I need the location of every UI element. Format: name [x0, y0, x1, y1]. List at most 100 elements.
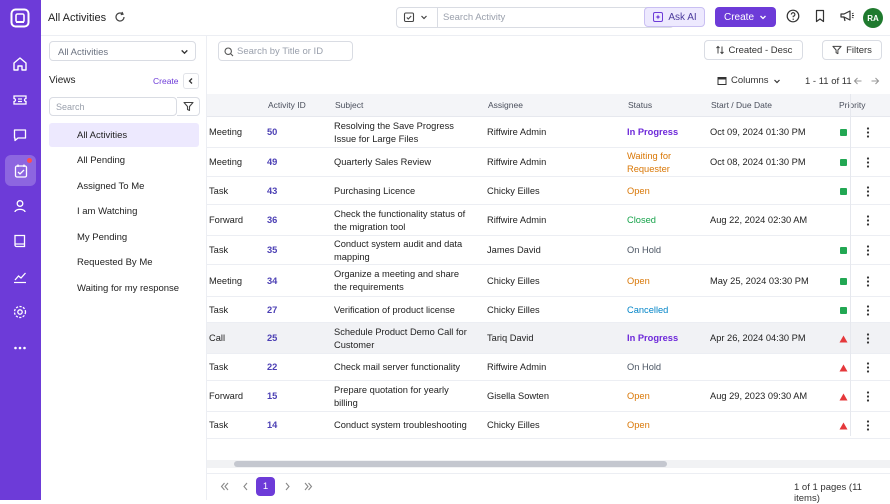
prev-page-arrow-icon[interactable] [853, 76, 863, 89]
chat-icon[interactable] [9, 124, 31, 146]
status-cell-line: On Hold [627, 245, 662, 255]
row-actions-kebab-icon[interactable] [866, 391, 870, 402]
activity-filter-select[interactable]: All Activities [49, 41, 196, 61]
status-cell-line: Waiting for [627, 151, 672, 161]
table-row[interactable]: Task 27 Verification of product license Chi… [207, 297, 890, 323]
table-row[interactable]: Meeting 34 Organize a meeting and share the… [207, 265, 890, 297]
settings-icon[interactable] [9, 301, 31, 323]
column-header-status[interactable]: Status [628, 100, 652, 110]
view-item[interactable]: Waiting for my response [49, 276, 199, 300]
activity-id-cell[interactable]: 49 [267, 156, 277, 169]
activity-id-cell[interactable]: 35 [267, 244, 277, 257]
view-item[interactable]: My Pending [49, 225, 199, 249]
row-actions-kebab-icon[interactable] [866, 186, 870, 197]
status-cell-line: Open [627, 391, 650, 401]
next-page-icon[interactable] [282, 481, 293, 495]
current-page-button[interactable]: 1 [256, 477, 275, 496]
last-page-icon[interactable] [303, 481, 314, 495]
contacts-icon[interactable] [9, 195, 31, 217]
activity-id-cell[interactable]: 36 [267, 214, 277, 227]
more-icon[interactable] [9, 337, 31, 359]
row-actions-kebab-icon[interactable] [866, 245, 870, 256]
activity-id-cell[interactable]: 25 [267, 332, 277, 345]
app-logo-icon[interactable] [9, 7, 31, 29]
status-cell: Open [627, 185, 650, 198]
help-icon[interactable] [786, 9, 800, 26]
row-actions-kebab-icon[interactable] [866, 276, 870, 287]
horizontal-scrollbar[interactable] [207, 460, 890, 468]
user-avatar[interactable]: RA [863, 8, 883, 28]
activity-search[interactable]: Search Activity [396, 7, 674, 28]
table-row[interactable]: Task 35 Conduct system audit and data mappi… [207, 236, 890, 265]
activity-id-cell[interactable]: 27 [267, 304, 277, 317]
table-row[interactable]: Forward 15 Prepare quotation for yearly bil… [207, 381, 890, 412]
view-item[interactable]: All Activities [49, 123, 199, 147]
column-header-subject[interactable]: Subject [335, 100, 363, 110]
assignee-cell: Riffwire Admin [487, 157, 547, 167]
next-page-arrow-icon[interactable] [870, 76, 880, 89]
title-id-search-input[interactable]: Search by Title or ID [218, 41, 353, 61]
row-actions-kebab-icon[interactable] [866, 420, 870, 431]
view-item[interactable]: Requested By Me [49, 250, 199, 274]
status-cell-line: In Progress [627, 127, 679, 137]
scrollbar-thumb[interactable] [234, 461, 667, 467]
priority-high-icon [839, 364, 848, 372]
ask-ai-button[interactable]: Ask AI [644, 7, 705, 27]
ticket-icon[interactable] [9, 89, 31, 111]
table-row[interactable]: Forward 36 Check the functionality status … [207, 205, 890, 236]
view-item[interactable]: I am Watching [49, 199, 199, 223]
activity-id-cell[interactable]: 50 [267, 126, 277, 139]
filters-label: Filters [846, 44, 872, 56]
assignee-cell: Chicky Eilles [487, 305, 540, 315]
views-filter-button[interactable] [177, 97, 200, 116]
home-icon[interactable] [9, 53, 31, 75]
activity-id-cell[interactable]: 22 [267, 361, 277, 374]
table-row[interactable]: Task 22 Check mail server functionality Rif… [207, 354, 890, 381]
table-row[interactable]: Call 25 Schedule Product Demo Call for Cust… [207, 323, 890, 354]
subject-cell-line: Quarterly Sales Review [334, 157, 432, 167]
activity-id-cell[interactable]: 34 [267, 275, 277, 288]
announcement-icon[interactable] [839, 9, 855, 26]
subject-cell-line: Prepare quotation for yearly [334, 385, 449, 395]
bookmark-icon[interactable] [813, 9, 827, 26]
subject-cell-line: Customer [334, 340, 375, 350]
refresh-icon[interactable] [114, 11, 126, 26]
row-actions-kebab-icon[interactable] [866, 305, 870, 316]
column-header-priority[interactable]: Priority [839, 100, 865, 110]
type-cell: Forward [209, 215, 244, 225]
priority-low-icon [840, 159, 847, 166]
collapse-panel-button[interactable] [183, 73, 199, 89]
row-actions-kebab-icon[interactable] [866, 215, 870, 226]
row-actions-kebab-icon[interactable] [866, 127, 870, 138]
create-view-link[interactable]: Create [153, 76, 179, 86]
table-row[interactable]: Meeting 49 Quarterly Sales Review Riffwire … [207, 148, 890, 177]
knowledge-base-icon[interactable] [9, 230, 31, 252]
columns-button[interactable]: Columns [717, 75, 781, 86]
activity-id-cell[interactable]: 43 [267, 185, 277, 198]
sort-button[interactable]: Created - Desc [704, 40, 803, 60]
previous-page-icon[interactable] [240, 481, 251, 495]
activities-icon[interactable] [5, 155, 36, 186]
filters-button[interactable]: Filters [822, 40, 882, 60]
pagination: 1 1 of 1 pages (11 items) [207, 473, 890, 504]
view-item[interactable]: Assigned To Me [49, 174, 199, 198]
table-row[interactable]: Meeting 50 Resolving the Save Progress Issu… [207, 117, 890, 148]
row-actions-kebab-icon[interactable] [866, 362, 870, 373]
view-item[interactable]: All Pending [49, 148, 199, 172]
search-input[interactable]: Search Activity [443, 12, 505, 23]
table-row[interactable]: Task 43 Purchasing Licence Chicky Eilles Ope… [207, 177, 890, 205]
activity-id-cell[interactable]: 15 [267, 390, 277, 403]
status-cell: On Hold [627, 244, 661, 257]
activity-id-cell[interactable]: 14 [267, 419, 277, 432]
row-actions-kebab-icon[interactable] [866, 333, 870, 344]
column-header-start-due-date[interactable]: Start / Due Date [711, 100, 772, 110]
row-actions-kebab-icon[interactable] [866, 157, 870, 168]
column-header-activity-id[interactable]: Activity ID [268, 100, 306, 110]
search-scope-dropdown[interactable] [403, 11, 428, 23]
table-row[interactable]: Task 14 Conduct system troubleshooting Chic… [207, 412, 890, 439]
create-button[interactable]: Create [715, 7, 776, 27]
column-header-assignee[interactable]: Assignee [488, 100, 523, 110]
views-search-input[interactable]: Search [49, 97, 177, 116]
first-page-icon[interactable] [219, 481, 230, 495]
reports-icon[interactable] [9, 266, 31, 288]
